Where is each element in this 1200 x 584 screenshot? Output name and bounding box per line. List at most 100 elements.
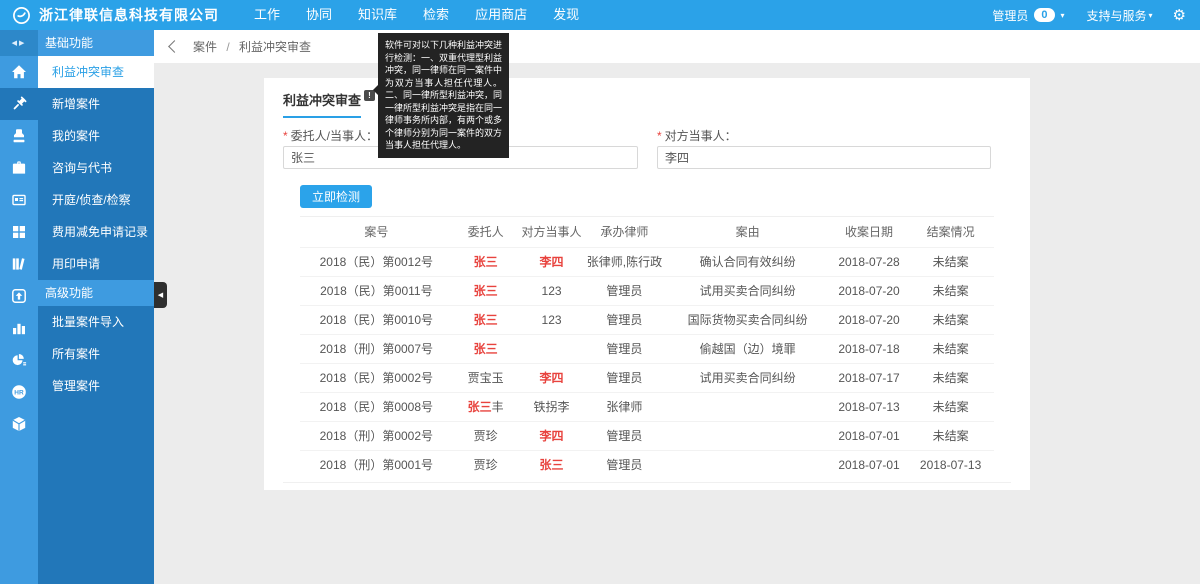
company-name: 浙江律联信息科技有限公司 [39,5,219,25]
table-row[interactable]: 2018（刑）第0001号贾珍张三管理员2018-07-012018-07-13 [300,450,994,479]
table-cell: 2018（民）第0008号 [300,392,453,421]
grid-icon[interactable] [0,216,38,248]
opponent-input[interactable] [657,146,991,169]
table-cell: 2018-07-18 [831,334,907,363]
stamp-icon[interactable] [0,120,38,152]
table-cell: 国际货物买卖合同纠纷 [664,305,831,334]
sidebar-item[interactable]: 利益冲突审查 [38,56,154,88]
table-row[interactable]: 2018（民）第0008号张三丰铁拐李张律师 2018-07-13未结案 [300,392,994,421]
breadcrumb: 案件 / 利益冲突审查 [193,38,311,55]
table-cell: 未结案 [907,392,994,421]
hr-badge-icon[interactable]: HR [0,376,38,408]
table-header-cell: 收案日期 [831,217,907,247]
gavel-icon[interactable] [0,88,38,120]
table-cell [519,334,585,363]
back-chevron-icon[interactable] [168,40,181,53]
upload-box-icon[interactable] [0,280,38,312]
sidebar-item[interactable]: 批量案件导入 [38,306,154,338]
table-cell: 张三丰 [453,392,519,421]
cube-icon[interactable] [0,408,38,440]
sidebar-item[interactable]: 开庭/侦查/检察 [38,184,154,216]
table-cell: 张律师 [585,392,665,421]
table-cell: 2018-07-13 [831,392,907,421]
pie-chart-icon[interactable] [0,344,38,376]
sidebar-item[interactable]: 用印申请 [38,248,154,280]
table-cell: 李四 [519,247,585,276]
sidebar-item[interactable]: 新增案件 [38,88,154,120]
table-cell: 管理员 [585,276,665,305]
tab-conflict-check[interactable]: 利益冲突审查 [283,90,361,118]
table-cell: 张三 [519,450,585,479]
notification-badge[interactable]: 0 [1034,8,1054,22]
table-cell: 2018（刑）第0002号 [300,421,453,450]
sidebar-group-header[interactable]: 高级功能 [38,280,154,306]
table-cell: 2018（民）第0002号 [300,363,453,392]
table-row[interactable]: 2018（民）第0002号贾宝玉李四管理员试用买卖合同纠纷2018-07-17未… [300,363,994,392]
top-menu-item[interactable]: 发现 [540,0,592,30]
library-icon[interactable] [0,248,38,280]
table-row[interactable]: 2018（民）第0010号张三123管理员国际货物买卖合同纠纷2018-07-2… [300,305,994,334]
table-cell: 试用买卖合同纠纷 [664,276,831,305]
table-row[interactable]: 2018（民）第0011号张三123管理员试用买卖合同纠纷2018-07-20未… [300,276,994,305]
table-row[interactable]: 2018（刑）第0007号张三管理员偷越国（边）境罪2018-07-18未结案 [300,334,994,363]
support-menu[interactable]: 支持与服务 [1087,7,1147,24]
table-header-cell: 案由 [664,217,831,247]
settings-gear-icon[interactable]: ⚙ [1173,6,1186,24]
table-cell: 未结案 [907,421,994,450]
user-caret-icon[interactable]: ▾ [1061,11,1065,20]
sidebar-item[interactable]: 我的案件 [38,120,154,152]
table-cell: 2018-07-01 [831,450,907,479]
top-menu-item[interactable]: 知识库 [345,0,410,30]
table-cell: 确认合同有效纠纷 [664,247,831,276]
opponent-field-group: *对方当事人： [657,127,991,169]
top-menu: 工作协同知识库检索应用商店发现 [241,0,592,30]
table-cell: 管理员 [585,421,665,450]
table-cell: 2018（民）第0010号 [300,305,453,334]
briefcase-icon[interactable] [0,152,38,184]
top-menu-item[interactable]: 协同 [293,0,345,30]
table-cell: 管理员 [585,334,665,363]
table-cell: 123 [519,276,585,305]
bar-chart-icon[interactable] [0,312,38,344]
user-menu[interactable]: 管理员 [992,7,1028,24]
table-cell: 2018-07-20 [831,276,907,305]
breadcrumb-section[interactable]: 案件 [193,40,217,54]
sidebar-collapse-tab[interactable]: ◀ [154,282,167,308]
table-row[interactable]: 2018（民）第0012号张三李四张律师,陈行政确认合同有效纠纷2018-07-… [300,247,994,276]
table-cell: 管理员 [585,450,665,479]
table-header-cell: 承办律师 [585,217,665,247]
support-caret-icon[interactable]: ▾ [1149,11,1153,20]
table-cell: 偷越国（边）境罪 [664,334,831,363]
sidebar-group-header[interactable]: 基础功能 [38,30,154,56]
table-cell: 管理员 [585,363,665,392]
id-card-icon[interactable] [0,184,38,216]
table-cell: 123 [519,305,585,334]
top-menu-item[interactable]: 应用商店 [462,0,540,30]
table-cell: 未结案 [907,334,994,363]
tooltip-text: 软件可对以下几种利益冲突进行检测：一、双重代理型利益冲突，同一律师在同一案件中为… [385,40,502,150]
sidebar-item[interactable]: 所有案件 [38,338,154,370]
collapse-arrows-icon[interactable]: ◀▶ [0,30,38,56]
table-row[interactable]: 2018（刑）第0002号贾珍李四管理员2018-07-01未结案 [300,421,994,450]
top-menu-item[interactable]: 工作 [241,0,293,30]
table-header-cell: 案号 [300,217,453,247]
required-mark: * [283,129,288,143]
table-cell: 张三 [453,334,519,363]
table-cell: 管理员 [585,305,665,334]
home-icon[interactable] [0,56,38,88]
top-bar: 浙江律联信息科技有限公司 工作协同知识库检索应用商店发现 管理员 0 ▾ 支持与… [0,0,1200,30]
table-cell: 2018（民）第0012号 [300,247,453,276]
table-cell: 张三 [453,305,519,334]
page-title: 利益冲突审查 [283,93,361,108]
sidebar-item[interactable]: 管理案件 [38,370,154,402]
results-table: 案号委托人对方当事人承办律师案由收案日期结案情况 2018（民）第0012号张三… [300,217,994,479]
table-cell: 试用买卖合同纠纷 [664,363,831,392]
sidebar-item[interactable]: 费用减免申请记录 [38,216,154,248]
table-cell: 铁拐李 [519,392,585,421]
top-menu-item[interactable]: 检索 [410,0,462,30]
company-logo-icon [12,6,31,25]
table-cell: 2018-07-17 [831,363,907,392]
detect-button[interactable]: 立即检测 [300,185,372,208]
table-cell: 张律师,陈行政 [585,247,665,276]
sidebar-item[interactable]: 咨询与代书 [38,152,154,184]
